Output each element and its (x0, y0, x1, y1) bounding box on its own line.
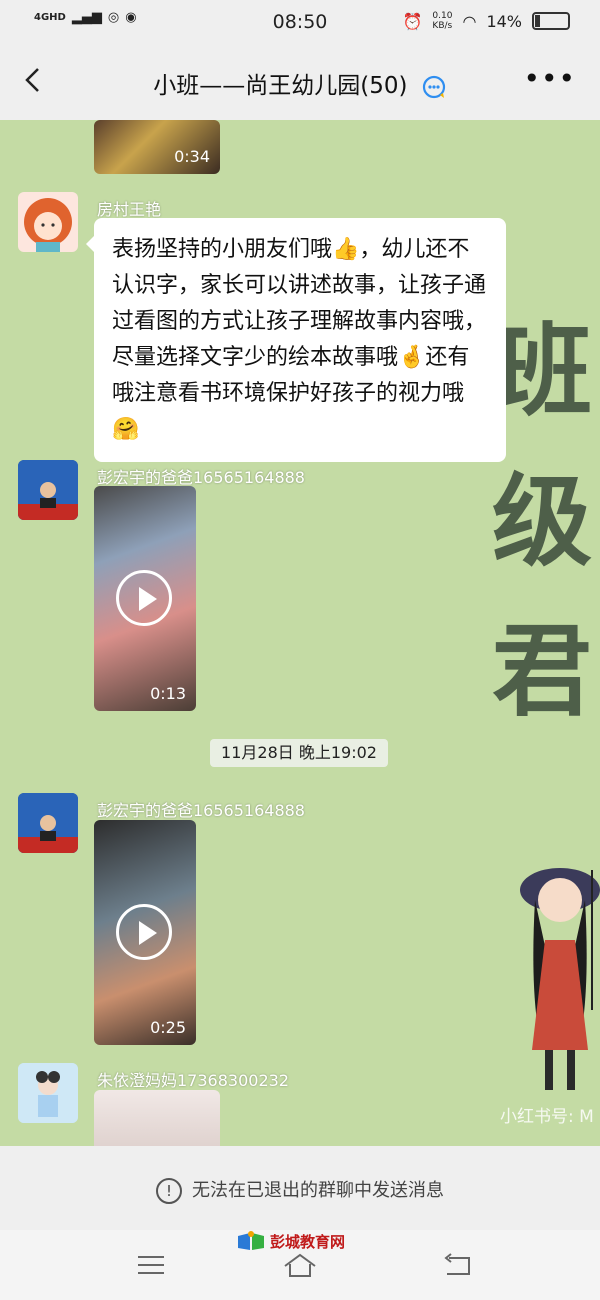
back-nav-button[interactable] (441, 1252, 475, 1278)
input-disabled-notice: ! 无法在已退出的群聊中发送消息 (0, 1146, 600, 1230)
more-button[interactable]: ••• (523, 62, 576, 95)
message-bubble[interactable]: 表扬坚持的小朋友们哦👍，幼儿还不认识字，家长可以讲述故事，让孩子通过看图的方式让… (86, 218, 506, 462)
wallpaper-char: 君 (492, 612, 592, 730)
logo-text: 彭城教育网 (270, 1232, 346, 1251)
book-logo-icon (238, 1231, 264, 1250)
chat-area[interactable]: 班 级 君 0:34 房村王艳 表扬坚持的小朋友们哦👍，幼儿还不认识字，家长可以… (0, 120, 600, 1146)
video-thumbnail[interactable]: 0:25 (94, 820, 196, 1045)
status-bar: 4GHD ▂▄▆ ◎ ◉ 08:50 ⏰ 0.10 KB/s ◠ 14% (0, 0, 600, 44)
info-icon: ! (156, 1178, 182, 1204)
sender-name: 彭宏宇的爸爸16565164888 (97, 468, 305, 487)
notice-text: 无法在已退出的群聊中发送消息 (192, 1180, 444, 1201)
message-text: 表扬坚持的小朋友们哦👍，幼儿还不认识字，家长可以讲述故事，让孩子通过看图的方式让… (112, 237, 487, 442)
net-speed: 0.10 KB/s (432, 11, 453, 31)
ellipsis-icon: ••• (523, 62, 576, 95)
avatar[interactable] (18, 460, 78, 520)
menu-icon (138, 1256, 164, 1274)
avatar-girl-icon (24, 198, 72, 252)
avatar-photo-icon (18, 460, 78, 520)
avatar[interactable] (18, 793, 78, 853)
wallpaper-watermark: 小红书号: M (500, 1107, 594, 1127)
video-duration: 0:34 (174, 147, 210, 166)
video-duration: 0:25 (150, 1018, 186, 1037)
group-chat-icon (422, 75, 445, 98)
wallpaper-girl-illustration (520, 868, 600, 1090)
image-thumbnail[interactable] (94, 1090, 220, 1146)
wallpaper-char: 级 (492, 462, 592, 580)
avatar[interactable] (18, 192, 78, 252)
timestamp: 11月28日 晚上19:02 (210, 739, 388, 767)
system-nav-bar: 彭城教育网 (0, 1230, 600, 1300)
return-icon (444, 1253, 470, 1275)
video-thumbnail[interactable]: 0:34 (94, 120, 220, 174)
wifi-icon: ◠ (462, 11, 477, 31)
sender-name: 房村王艳 (97, 200, 162, 219)
title-bar: 小班——尚王幼儿园(50) ••• (0, 44, 600, 120)
chat-title: 小班——尚王幼儿园(50) (0, 66, 600, 100)
site-logo: 彭城教育网 (236, 1230, 345, 1252)
battery-icon (532, 12, 570, 30)
avatar[interactable] (18, 1063, 78, 1123)
group-name: 小班——尚王幼儿园(50) (153, 73, 408, 99)
sender-name: 彭宏宇的爸爸16565164888 (97, 801, 305, 820)
video-thumbnail[interactable]: 0:13 (94, 486, 196, 711)
play-icon[interactable] (116, 570, 172, 626)
avatar-photo-icon (18, 793, 78, 853)
battery-percent: 14% (486, 11, 522, 31)
avatar-doll-icon (18, 1063, 78, 1123)
menu-button[interactable] (134, 1252, 168, 1278)
notice-text-row: ! 无法在已退出的群聊中发送消息 (0, 1176, 600, 1204)
wallpaper-char: 班 (492, 312, 592, 430)
play-icon[interactable] (116, 904, 172, 960)
video-duration: 0:13 (150, 684, 186, 703)
home-button[interactable] (283, 1252, 317, 1278)
home-icon (284, 1253, 316, 1277)
sender-name: 朱依澄妈妈17368300232 (97, 1071, 289, 1090)
alarm-icon: ⏰ (402, 11, 423, 31)
